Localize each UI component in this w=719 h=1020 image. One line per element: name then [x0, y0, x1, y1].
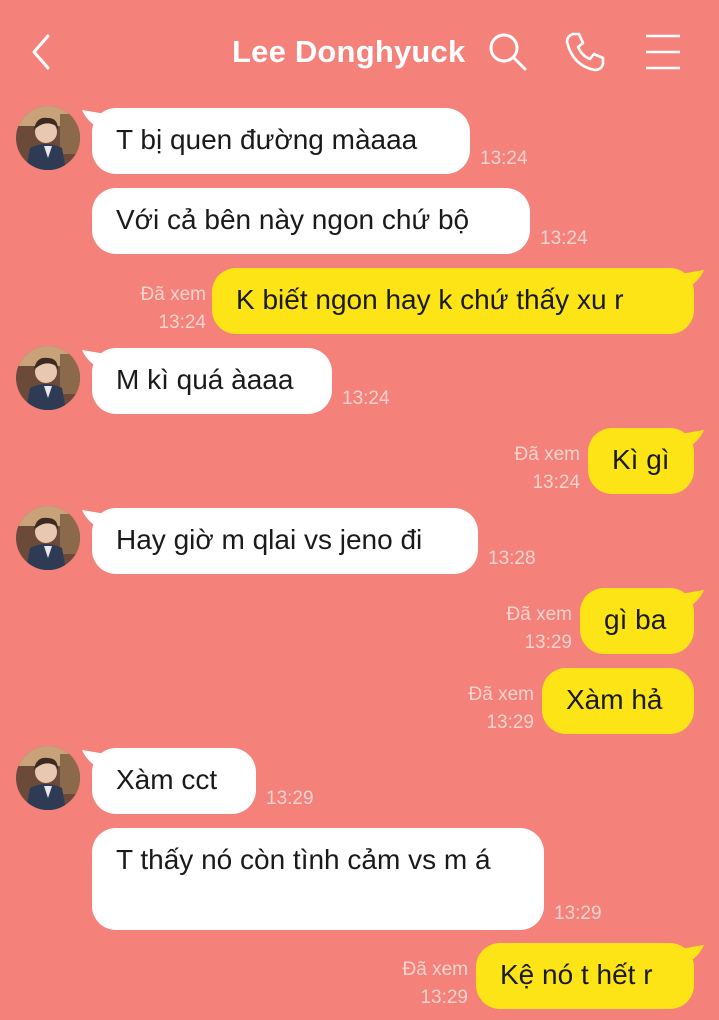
- message-bubble[interactable]: Hay giờ m qlai vs jeno đi: [92, 508, 478, 574]
- seen-status: Đã xem: [402, 959, 468, 980]
- message-bubble[interactable]: T bị quen đường màaaa: [92, 108, 470, 174]
- chat-header: Lee Donghyuck: [0, 0, 719, 100]
- message-time: 13:29: [486, 712, 534, 733]
- message-time: 13:29: [524, 632, 572, 653]
- message-bubble[interactable]: M kì quá àaaa: [92, 348, 332, 414]
- message-bubble[interactable]: T thấy nó còn tình cảm vs m á: [92, 828, 544, 930]
- message-bubble[interactable]: K biết ngon hay k chứ thấy xu r: [212, 268, 694, 334]
- message-time: 13:28: [488, 548, 536, 569]
- chevron-left-icon: [32, 34, 50, 70]
- message-bubble[interactable]: Xàm hả: [542, 668, 694, 734]
- search-button[interactable]: [484, 28, 532, 76]
- call-button[interactable]: [561, 28, 609, 76]
- seen-status: Đã xem: [140, 284, 206, 305]
- back-button[interactable]: [24, 30, 64, 74]
- search-icon: [489, 33, 527, 71]
- message-bubble[interactable]: gì ba: [580, 588, 694, 654]
- menu-button[interactable]: [640, 28, 688, 76]
- chat-title: Lee Donghyuck: [232, 34, 466, 69]
- message-time: 13:24: [480, 148, 528, 169]
- phone-icon: [565, 32, 605, 72]
- message-time: 13:24: [342, 388, 390, 409]
- contact-avatar[interactable]: [16, 746, 80, 810]
- message-time: 13:29: [266, 788, 314, 809]
- message-time: 13:24: [532, 472, 580, 493]
- message-time: 13:24: [540, 228, 588, 249]
- message-bubble[interactable]: Với cả bên này ngon chứ bộ: [92, 188, 530, 254]
- seen-status: Đã xem: [506, 604, 572, 625]
- bubble-tail: [680, 590, 704, 612]
- message-bubble[interactable]: Kì gì: [588, 428, 694, 494]
- seen-status: Đã xem: [514, 444, 580, 465]
- seen-status: Đã xem: [468, 684, 534, 705]
- hamburger-menu-icon: [646, 34, 680, 70]
- contact-avatar[interactable]: [16, 106, 80, 170]
- avatar-photo: [16, 746, 80, 810]
- avatar-photo: [16, 106, 80, 170]
- bubble-tail: [680, 945, 704, 967]
- message-time: 13:29: [420, 987, 468, 1008]
- message-time: 13:24: [158, 312, 206, 333]
- avatar-photo: [16, 346, 80, 410]
- avatar-photo: [16, 506, 80, 570]
- bubble-tail: [680, 270, 704, 292]
- bubble-tail: [680, 430, 704, 452]
- message-time: 13:29: [554, 903, 602, 924]
- message-bubble[interactable]: Xàm cct: [92, 748, 256, 814]
- contact-avatar[interactable]: [16, 506, 80, 570]
- message-bubble[interactable]: Kệ nó t hết r: [476, 943, 694, 1009]
- contact-avatar[interactable]: [16, 346, 80, 410]
